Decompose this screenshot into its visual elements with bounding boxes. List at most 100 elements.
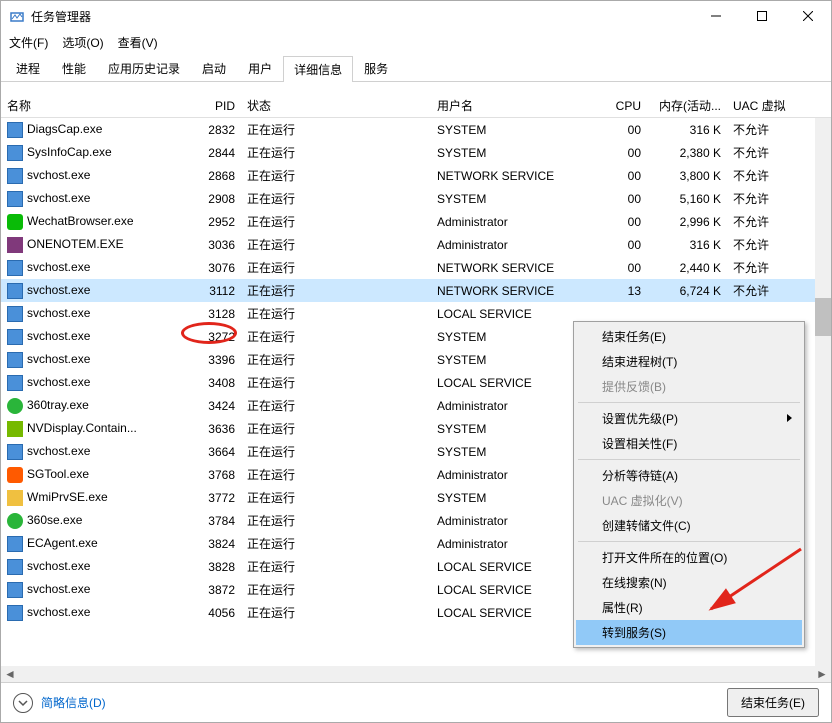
expand-button[interactable] <box>13 693 33 713</box>
menu-view[interactable]: 查看(V) <box>118 34 158 51</box>
col-name[interactable]: 名称 <box>1 97 181 114</box>
menu-file[interactable]: 文件(F) <box>9 34 48 51</box>
table-row[interactable]: SysInfoCap.exe2844正在运行SYSTEM002,380 K不允许 <box>1 141 831 164</box>
process-status: 正在运行 <box>241 443 431 460</box>
process-icon <box>7 490 23 506</box>
minimize-button[interactable] <box>693 1 739 31</box>
end-task-button[interactable]: 结束任务(E) <box>727 688 819 717</box>
process-pid: 3636 <box>181 422 241 436</box>
tab-1[interactable]: 性能 <box>51 55 97 81</box>
tab-0[interactable]: 进程 <box>5 55 51 81</box>
col-cpu[interactable]: CPU <box>601 99 647 113</box>
process-pid: 3272 <box>181 330 241 344</box>
process-cpu: 00 <box>601 215 647 229</box>
process-name: 360se.exe <box>27 513 82 527</box>
menu-options[interactable]: 选项(O) <box>62 34 103 51</box>
process-icon <box>7 214 23 230</box>
process-uac: 不允许 <box>727 259 807 276</box>
process-pid: 3784 <box>181 514 241 528</box>
tab-3[interactable]: 启动 <box>191 55 237 81</box>
ctx-search[interactable]: 在线搜索(N) <box>576 570 802 595</box>
process-user: Administrator <box>431 215 601 229</box>
ctx-separator <box>578 541 800 542</box>
scroll-left-icon[interactable]: ◄ <box>3 667 17 681</box>
process-status: 正在运行 <box>241 351 431 368</box>
process-cpu: 00 <box>601 123 647 137</box>
vertical-scrollbar[interactable] <box>815 118 831 666</box>
process-user: NETWORK SERVICE <box>431 284 601 298</box>
process-name: 360tray.exe <box>27 398 89 412</box>
process-name: svchost.exe <box>27 444 90 458</box>
titlebar[interactable]: 任务管理器 <box>1 1 831 31</box>
table-row[interactable]: svchost.exe2868正在运行NETWORK SERVICE003,80… <box>1 164 831 187</box>
ctx-priority[interactable]: 设置优先级(P) <box>576 406 802 431</box>
maximize-button[interactable] <box>739 1 785 31</box>
process-pid: 2844 <box>181 146 241 160</box>
process-status: 正在运行 <box>241 489 431 506</box>
ctx-dump[interactable]: 创建转储文件(C) <box>576 513 802 538</box>
process-cpu: 00 <box>601 238 647 252</box>
process-mem: 2,996 K <box>647 215 727 229</box>
process-pid: 3076 <box>181 261 241 275</box>
table-row[interactable]: svchost.exe2908正在运行SYSTEM005,160 K不允许 <box>1 187 831 210</box>
process-status: 正在运行 <box>241 213 431 230</box>
ctx-open-location[interactable]: 打开文件所在的位置(O) <box>576 545 802 570</box>
ctx-affinity[interactable]: 设置相关性(F) <box>576 431 802 456</box>
ctx-separator <box>578 459 800 460</box>
process-name: DiagsCap.exe <box>27 122 102 136</box>
process-mem: 2,380 K <box>647 146 727 160</box>
process-name: svchost.exe <box>27 329 90 343</box>
process-icon <box>7 283 23 299</box>
process-name: svchost.exe <box>27 559 90 573</box>
process-status: 正在运行 <box>241 167 431 184</box>
process-pid: 3128 <box>181 307 241 321</box>
process-uac: 不允许 <box>727 144 807 161</box>
scrollbar-thumb[interactable] <box>815 298 831 336</box>
process-cpu: 00 <box>601 192 647 206</box>
col-user[interactable]: 用户名 <box>431 97 601 114</box>
col-uac[interactable]: UAC 虚拟 <box>727 97 807 114</box>
table-row[interactable]: svchost.exe3112正在运行NETWORK SERVICE136,72… <box>1 279 831 302</box>
process-user: SYSTEM <box>431 192 601 206</box>
tab-4[interactable]: 用户 <box>237 55 283 81</box>
process-pid: 2952 <box>181 215 241 229</box>
process-status: 正在运行 <box>241 604 431 621</box>
horizontal-scrollbar[interactable]: ◄ ► <box>1 666 831 682</box>
process-name: svchost.exe <box>27 375 90 389</box>
process-cpu: 00 <box>601 169 647 183</box>
menubar: 文件(F) 选项(O) 查看(V) <box>1 31 831 53</box>
fewer-details-link[interactable]: 简略信息(D) <box>41 694 106 711</box>
process-pid: 2832 <box>181 123 241 137</box>
close-button[interactable] <box>785 1 831 31</box>
process-icon <box>7 306 23 322</box>
col-status[interactable]: 状态 <box>241 97 431 114</box>
col-pid[interactable]: PID <box>181 99 241 113</box>
ctx-end-tree[interactable]: 结束进程树(T) <box>576 349 802 374</box>
process-status: 正在运行 <box>241 466 431 483</box>
table-row[interactable]: ONENOTEM.EXE3036正在运行Administrator00316 K… <box>1 233 831 256</box>
process-name: svchost.exe <box>27 260 90 274</box>
table-row[interactable]: svchost.exe3076正在运行NETWORK SERVICE002,44… <box>1 256 831 279</box>
tab-2[interactable]: 应用历史记录 <box>97 55 191 81</box>
tab-5[interactable]: 详细信息 <box>283 56 353 82</box>
process-mem: 3,800 K <box>647 169 727 183</box>
col-mem[interactable]: 内存(活动... <box>647 97 727 114</box>
process-status: 正在运行 <box>241 512 431 529</box>
process-pid: 2868 <box>181 169 241 183</box>
process-name: svchost.exe <box>27 283 90 297</box>
process-user: SYSTEM <box>431 146 601 160</box>
process-status: 正在运行 <box>241 236 431 253</box>
ctx-properties[interactable]: 属性(R) <box>576 595 802 620</box>
scroll-right-icon[interactable]: ► <box>815 667 829 681</box>
process-icon <box>7 122 23 138</box>
process-status: 正在运行 <box>241 190 431 207</box>
ctx-analyze[interactable]: 分析等待链(A) <box>576 463 802 488</box>
table-row[interactable]: DiagsCap.exe2832正在运行SYSTEM00316 K不允许 <box>1 118 831 141</box>
process-status: 正在运行 <box>241 144 431 161</box>
table-row[interactable]: WechatBrowser.exe2952正在运行Administrator00… <box>1 210 831 233</box>
process-icon <box>7 352 23 368</box>
ctx-goto-services[interactable]: 转到服务(S) <box>576 620 802 645</box>
tab-6[interactable]: 服务 <box>353 55 399 81</box>
ctx-end-task[interactable]: 结束任务(E) <box>576 324 802 349</box>
process-user: NETWORK SERVICE <box>431 169 601 183</box>
